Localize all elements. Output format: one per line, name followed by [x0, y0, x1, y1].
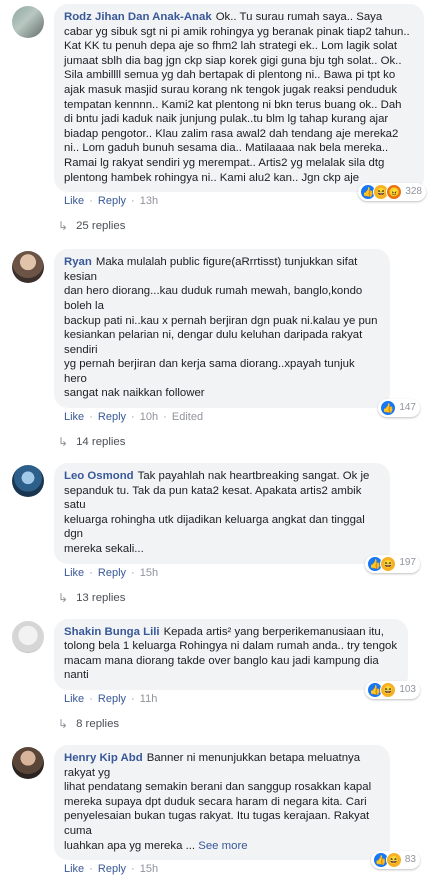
comment-timestamp[interactable]: 11h: [140, 693, 158, 705]
reaction-summary[interactable]: 👍 😆 103: [365, 681, 420, 699]
like-button[interactable]: Like: [64, 567, 84, 579]
reaction-summary[interactable]: 👍 😆 197: [365, 554, 420, 573]
reply-arrow-icon: ↳: [58, 435, 69, 450]
angry-reaction-icon: 😠: [386, 184, 403, 201]
reaction-count: 147: [399, 401, 416, 413]
view-replies-link[interactable]: ↳ 8 replies: [0, 711, 432, 737]
reaction-count: 83: [404, 853, 416, 865]
comment-text: Maka mulalah public figure(aRrrtisst) tu…: [64, 256, 378, 400]
reaction-count: 328: [405, 185, 422, 197]
comment-actions: Like · Reply · 15h: [64, 863, 159, 876]
comment-bubble: Shakin Bunga Lili Kepada artis² yang berp…: [54, 618, 420, 699]
comment-author[interactable]: Ryan: [64, 256, 92, 268]
reply-button[interactable]: Reply: [98, 693, 126, 705]
comment-author[interactable]: Rodz Jihan Dan Anak-Anak: [64, 11, 212, 23]
reply-button[interactable]: Reply: [98, 567, 126, 579]
reply-arrow-icon: ↳: [58, 590, 69, 605]
reply-button[interactable]: Reply: [98, 411, 126, 423]
reaction-count: 103: [399, 683, 416, 695]
comment: Ryan Maka mulalah public figure(aRrrtisst…: [0, 249, 432, 427]
comment-bubble: Leo Osmond Tak payahlah nak heartbreaking…: [54, 463, 420, 573]
replies-count[interactable]: 25 replies: [76, 220, 125, 232]
comment: Rodz Jihan Dan Anak-Anak Ok.. Tu surau ru…: [0, 4, 432, 211]
reaction-summary[interactable]: 👍 147: [378, 399, 420, 418]
view-replies-link[interactable]: ↳ 25 replies: [0, 213, 432, 239]
like-button[interactable]: Like: [64, 195, 84, 207]
comment-text: Tak payahlah nak heartbreaking sangat. O…: [64, 470, 370, 556]
replies-count[interactable]: 8 replies: [76, 718, 119, 730]
reply-arrow-icon: ↳: [58, 219, 69, 234]
comment-timestamp[interactable]: 15h: [140, 567, 158, 579]
like-button[interactable]: Like: [64, 411, 84, 423]
see-more-link[interactable]: See more: [198, 840, 247, 852]
avatar[interactable]: [12, 747, 44, 779]
view-replies-link[interactable]: ↳ 14 replies: [0, 429, 432, 455]
replies-count[interactable]: 14 replies: [76, 436, 125, 448]
comment-bubble: Ryan Maka mulalah public figure(aRrrtisst…: [54, 249, 420, 418]
comment-author[interactable]: Shakin Bunga Lili: [64, 626, 160, 638]
avatar[interactable]: [12, 251, 44, 284]
comment-author[interactable]: Henry Kip Abd: [64, 752, 143, 764]
comment-bubble: Henry Kip Abd Banner ni menunjukkan betap…: [54, 745, 420, 870]
comment-author[interactable]: Leo Osmond: [64, 470, 134, 482]
comment-text: Ok.. Tu surau rumah saya.. Saya cabar yg…: [64, 11, 410, 184]
comment-timestamp[interactable]: 15h: [140, 863, 158, 875]
like-button[interactable]: Like: [64, 693, 84, 705]
avatar[interactable]: [12, 620, 44, 653]
reaction-count: 197: [399, 557, 416, 569]
comment: Leo Osmond Tak payahlah nak heartbreaking…: [0, 463, 432, 583]
comment: Henry Kip Abd Banner ni menunjukkan betap…: [0, 745, 432, 879]
reply-button[interactable]: Reply: [98, 863, 126, 875]
haha-reaction-icon: 😆: [385, 852, 402, 869]
comment-timestamp[interactable]: 10h: [140, 411, 158, 423]
comment-timestamp[interactable]: 13h: [140, 195, 158, 207]
replies-count[interactable]: 13 replies: [76, 592, 125, 604]
comment-actions: Like · Reply · 10h · Edited: [64, 411, 204, 424]
like-button[interactable]: Like: [64, 863, 84, 875]
comment-text: Banner ni menunjukkan betapa meluatnya r…: [64, 752, 372, 852]
edited-label[interactable]: Edited: [172, 411, 203, 423]
comment: Shakin Bunga Lili Kepada artis² yang berp…: [0, 618, 432, 709]
like-reaction-icon: 👍: [380, 400, 397, 417]
view-replies-link[interactable]: ↳ 13 replies: [0, 585, 432, 611]
reply-button[interactable]: Reply: [98, 195, 126, 207]
avatar[interactable]: [12, 465, 44, 498]
reply-arrow-icon: ↳: [58, 717, 69, 731]
haha-reaction-icon: 😆: [380, 555, 397, 572]
reaction-summary[interactable]: 👍 😆 83: [370, 851, 420, 870]
haha-reaction-icon: 😆: [380, 682, 397, 698]
avatar[interactable]: [12, 6, 44, 38]
comment-bubble: Rodz Jihan Dan Anak-Anak Ok.. Tu surau ru…: [54, 4, 426, 202]
reaction-summary[interactable]: 👍 😆 😠 328: [358, 183, 426, 202]
